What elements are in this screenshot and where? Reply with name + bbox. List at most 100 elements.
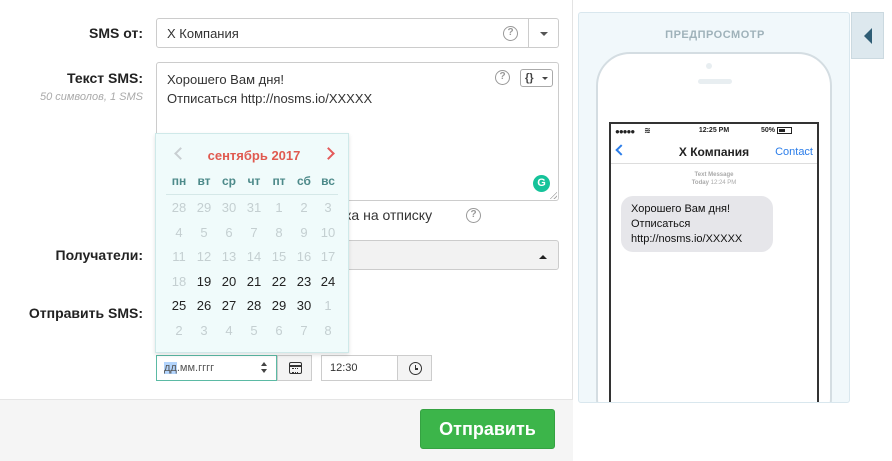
calendar-day-disabled: 11: [172, 249, 186, 264]
sms-send-page: SMS от: X Компания ? Текст SMS: 50 симво…: [0, 0, 892, 461]
calendar-day[interactable]: 26: [192, 298, 216, 313]
calendar-day-disabled: 1: [275, 200, 283, 215]
calendar-day[interactable]: 22: [267, 274, 291, 289]
date-placeholder: дд.мм.гггг: [164, 362, 214, 374]
calendar-day-disabled: 30: [221, 200, 237, 215]
calendar-day[interactable]: 29: [267, 298, 291, 313]
sms-counter: 50 символов, 1 SMS: [39, 91, 143, 103]
help-icon[interactable]: ?: [466, 208, 481, 223]
calendar-day-disabled: 8: [324, 322, 332, 338]
variables-icon: {}: [525, 72, 534, 84]
message-day: Today: [691, 180, 709, 186]
calendar-day-disabled: 28: [171, 200, 187, 215]
date-spinner[interactable]: [261, 361, 268, 375]
sender-select[interactable]: X Компания ?: [156, 18, 559, 48]
calendar-divider: [166, 194, 338, 195]
time-value: 12:30: [330, 362, 358, 374]
message-meta: Text Message Today 12:24 PM: [611, 171, 817, 187]
calendar-day[interactable]: 27: [217, 298, 241, 313]
calendar-day[interactable]: 19: [192, 274, 216, 289]
calendar-day-disabled: 13: [221, 249, 237, 264]
calendar-day-disabled: 31: [246, 200, 262, 215]
calendar-day[interactable]: 20: [217, 274, 241, 289]
collapse-preview-button[interactable]: [851, 12, 884, 59]
message-bubble: Хорошего Вам дня! Отписаться http://nosm…: [621, 196, 773, 252]
calendar-weekday: ср: [221, 174, 236, 188]
help-icon[interactable]: ?: [495, 70, 510, 85]
calendar-day-disabled: 12: [196, 249, 212, 264]
sms-text-value: Хорошего Вам дня! Отписаться http://nosm…: [167, 72, 373, 106]
calendar-day[interactable]: 28: [242, 298, 266, 313]
calendar-button[interactable]: [277, 355, 312, 381]
calendar-day-disabled: 18: [171, 273, 187, 289]
battery-icon: [777, 127, 792, 134]
calendar-day-disabled: 16: [296, 249, 312, 264]
calendar-day-disabled: 15: [271, 249, 287, 264]
calendar-day-disabled: 14: [246, 249, 262, 264]
preview-panel: ПРЕДПРОСМОТР ●●●●● ≋ 12:25 PM 50% X Комп…: [578, 12, 850, 403]
calendar-day-disabled: 8: [275, 224, 283, 240]
calendar-weekday: чт: [247, 174, 261, 188]
chevron-left-icon[interactable]: [174, 147, 184, 161]
calendar-day-disabled: 5: [200, 224, 208, 240]
unsubscribe-option-label[interactable]: ка на отписку: [345, 207, 432, 223]
chevron-up-icon: [539, 255, 547, 259]
phone-screen: ●●●●● ≋ 12:25 PM 50% X Компания Contact …: [609, 122, 819, 402]
calendar-day-disabled: 4: [175, 224, 183, 240]
resize-handle[interactable]: [549, 191, 557, 199]
chevron-down-icon: [542, 77, 548, 80]
calendar-day[interactable]: 25: [167, 298, 191, 313]
spin-down-icon: [261, 369, 267, 373]
spin-up-icon: [261, 362, 267, 366]
calendar-day-disabled: 1: [324, 298, 332, 313]
variables-button[interactable]: {}: [520, 69, 553, 87]
chevron-right-icon[interactable]: [324, 147, 334, 161]
calendar-day[interactable]: 23: [292, 274, 316, 289]
sender-value: X Компания: [167, 26, 239, 41]
phone-speaker: [698, 79, 732, 84]
calendar-day-disabled: 9: [300, 224, 308, 240]
calendar-day-disabled: 7: [300, 322, 308, 338]
calendar-month-title: сентябрь 2017: [207, 148, 301, 163]
time-input[interactable]: 12:30: [321, 355, 398, 381]
date-placeholder-rest: .мм.гггг: [176, 362, 215, 374]
contact-link: Contact: [775, 146, 813, 158]
phone-status-bar: ●●●●● ≋ 12:25 PM 50%: [611, 124, 817, 138]
clock-icon: [409, 362, 422, 375]
calendar-weekday: пн: [171, 174, 187, 188]
sms-text-label: Текст SMS:: [67, 70, 143, 86]
calendar-day-disabled: 2: [300, 200, 308, 215]
sender-label: SMS от:: [89, 25, 143, 41]
messages-nav-bar: X Компания Contact: [611, 138, 817, 164]
calendar-weekday: сб: [297, 174, 311, 188]
calendar-day-disabled: 3: [200, 322, 208, 338]
date-input[interactable]: дд.мм.гггг: [156, 355, 277, 381]
calendar-day[interactable]: 24: [316, 274, 340, 289]
battery-percent: 50%: [761, 127, 776, 134]
calendar-weekday: вт: [197, 174, 211, 188]
help-icon[interactable]: ?: [503, 26, 518, 41]
calendar-day-disabled: 2: [175, 322, 183, 338]
date-picker-popup: сентябрь 2017 пн вт ср чт пт сб вс 28 29 30 31 1 2 3…: [155, 133, 349, 353]
recipients-label: Получатели:: [55, 247, 143, 263]
calendar-day-disabled: 6: [275, 322, 283, 338]
clock-button[interactable]: [397, 355, 432, 381]
message-time: 12:24 PM: [710, 180, 737, 186]
calendar-day-disabled: 6: [225, 224, 233, 240]
grammarly-icon[interactable]: G: [533, 175, 550, 192]
calendar-day-disabled: 7: [250, 224, 258, 240]
calendar-icon: [289, 362, 302, 374]
calendar-day-disabled: 10: [320, 224, 336, 240]
calendar-day-disabled: 17: [320, 249, 336, 264]
sender-dropdown-button[interactable]: [528, 19, 558, 47]
calendar-day-disabled: 4: [225, 322, 233, 338]
phone-camera: [706, 63, 712, 69]
date-placeholder-day: дд: [164, 362, 177, 374]
calendar-weekday: вс: [321, 174, 335, 188]
calendar-day[interactable]: 30: [292, 298, 316, 313]
send-time-label: Отправить SMS:: [28, 305, 143, 321]
submit-button[interactable]: Отправить: [420, 409, 555, 449]
calendar-day-disabled: 3: [324, 200, 332, 215]
phone-mockup: ●●●●● ≋ 12:25 PM 50% X Компания Contact …: [596, 52, 832, 402]
calendar-day[interactable]: 21: [242, 274, 266, 289]
